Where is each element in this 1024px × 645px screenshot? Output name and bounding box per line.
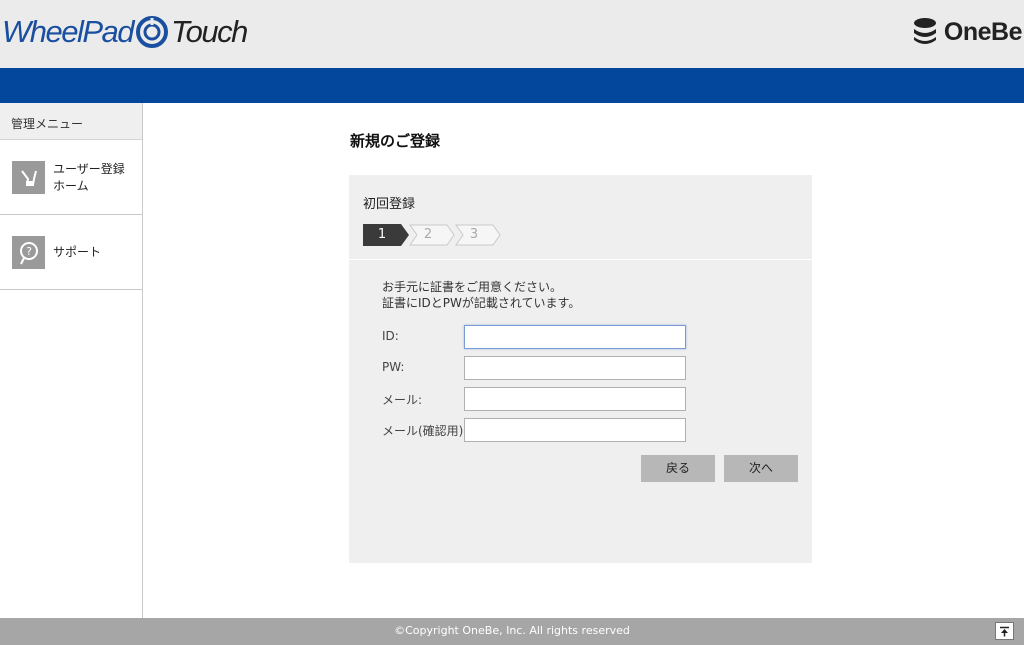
sidebar-item-label: ユーザー登録 xyxy=(53,162,125,176)
id-input[interactable] xyxy=(464,325,686,349)
logo-mark-icon xyxy=(135,15,169,49)
instruction-line-2: 証書にIDとPWが記載されています。 xyxy=(382,296,581,310)
scroll-to-top-button[interactable] xyxy=(995,622,1014,640)
email-confirm-input[interactable] xyxy=(464,418,686,442)
email-confirm-row: メール(確認用): xyxy=(382,418,692,442)
onebe-brand: OneBe xyxy=(912,17,1023,47)
sidebar-item-label: サポート xyxy=(53,245,102,259)
logo-text-touch: Touch xyxy=(171,14,248,49)
footer: ©Copyright OneBe, Inc. All rights reserv… xyxy=(0,618,1024,645)
copyright-text: ©Copyright OneBe, Inc. All rights reserv… xyxy=(394,624,630,637)
sidebar: 管理メニュー ユーザー登録 ホーム ? サポート xyxy=(0,103,143,618)
pw-row: PW: xyxy=(382,356,692,380)
arrow-up-to-top-icon xyxy=(1000,626,1009,636)
id-row: ID: xyxy=(382,325,692,349)
next-button[interactable]: 次へ xyxy=(724,455,798,482)
sidebar-item-support[interactable]: ? サポート xyxy=(0,215,142,290)
nav-bar xyxy=(0,68,1024,103)
user-registration-icon xyxy=(12,161,45,194)
instructions: お手元に証書をご用意ください。 証書にIDとPWが記載されています。 xyxy=(382,279,580,311)
onebe-logo-icon xyxy=(913,18,936,44)
pw-input[interactable] xyxy=(464,356,686,380)
step-3: 3 xyxy=(455,224,501,246)
page-title: 新規のご登録 xyxy=(350,132,441,150)
logo-text-wheelpad: WheelPad xyxy=(2,14,135,49)
pw-label: PW: xyxy=(382,360,405,374)
step-1: 1 xyxy=(363,224,409,246)
brand-name: OneBe xyxy=(943,17,1023,46)
svg-text:?: ? xyxy=(26,245,32,258)
panel-title: 初回登録 xyxy=(363,197,416,212)
step-2: 2 xyxy=(409,224,455,246)
email-input[interactable] xyxy=(464,387,686,411)
registration-panel: 初回登録 1 2 3 お手元に証書をご用意ください。 証書にIDとPWが記載され… xyxy=(349,175,812,563)
back-button[interactable]: 戻る xyxy=(641,455,715,482)
wheelpad-touch-logo[interactable]: WheelPad Touch xyxy=(2,14,248,50)
email-confirm-label: メール(確認用): xyxy=(382,424,468,438)
instruction-line-1: お手元に証書をご用意ください。 xyxy=(382,280,563,294)
panel-divider xyxy=(349,259,812,260)
id-label: ID: xyxy=(382,329,399,343)
support-icon: ? xyxy=(12,236,45,269)
step-indicator: 1 2 3 xyxy=(363,224,501,246)
sidebar-item-user-registration-home[interactable]: ユーザー登録 ホーム xyxy=(0,140,142,215)
sidebar-heading: 管理メニュー xyxy=(0,103,142,140)
app-header: WheelPad Touch OneBe xyxy=(0,0,1024,68)
sidebar-item-label-sub: ホーム xyxy=(53,179,89,193)
email-label: メール: xyxy=(382,393,423,407)
email-row: メール: xyxy=(382,387,692,411)
